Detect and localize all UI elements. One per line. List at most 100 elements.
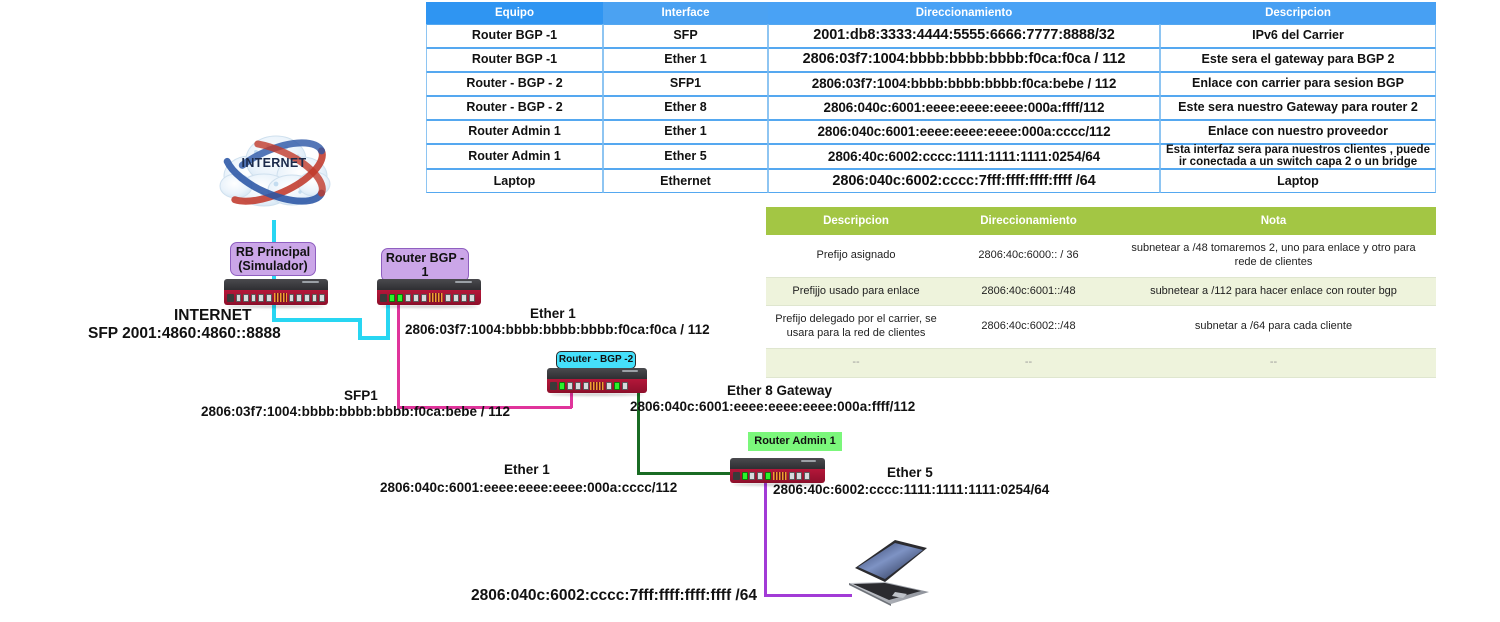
router-device-admin-1[interactable] [730,458,825,486]
equipment-table: Equipo Interface Direccionamiento Descri… [426,2,1436,194]
router-port [788,472,795,480]
router-vent [273,293,287,303]
link-admin1-to-laptop-vertical [764,472,767,596]
cell-interface: Ethernet [603,169,768,194]
cell-direccionamiento: 2806:40c:6000:: / 36 [946,235,1111,278]
table-row: Router - BGP - 2 Ether 8 2806:040c:6001:… [426,96,1436,120]
column-header-descripcion: Descripcion [766,207,946,235]
cell-equipo: Router Admin 1 [426,144,603,170]
router-port [243,293,249,302]
label-sfp1-title: SFP1 [344,388,378,403]
router-front-panel [377,290,481,305]
link-bgp2-to-admin1-horizontal [637,472,739,475]
router-top-strip [455,280,472,284]
router-front-panel [224,290,328,305]
table-row: -- -- -- [766,348,1436,378]
cell-nota: subnetar a /64 para cada cliente [1111,305,1436,349]
table-header-row: Equipo Interface Direccionamiento Descri… [426,2,1436,24]
router-port [288,293,295,302]
router-port [622,382,628,390]
router-shadow [550,393,644,396]
table-row: Prefijo delegado por el carrier, se usar… [766,305,1436,349]
link-bgp2-to-admin1-vertical [637,382,640,474]
cell-descripcion: Prefijjo usado para enlace [766,277,946,307]
cell-direccionamiento: -- [946,348,1111,378]
label-ether8-address: 2806:040c:6001:eeee:eeee:eeee:000a:ffff/… [630,399,916,414]
cell-equipo: Router BGP -1 [426,48,603,72]
router-port [444,293,451,302]
router-power-knob [550,382,557,390]
cell-descripcion: Laptop [1160,169,1436,194]
router-port [258,293,265,302]
label-internet-address: SFP 2001:4860:4860::8888 [88,325,281,342]
router-port [235,293,242,302]
table-header-row: Descripcion Direccionamiento Nota [766,207,1436,235]
router-device-bgp-1[interactable] [377,279,481,308]
router-port-active-sfp1 [558,382,565,390]
cloud-svg [219,135,331,207]
router-port [250,293,257,302]
router-port [804,472,811,480]
node-label-router-bgp-1[interactable]: Router BGP - 1 [381,248,469,282]
cell-direccionamiento: 2806:40c:6001::/48 [946,277,1111,307]
cell-nota: -- [1111,348,1436,378]
cell-descripcion: IPv6 del Carrier [1160,24,1436,48]
node-label-router-bgp-2[interactable]: Router - BGP -2 [556,351,636,369]
router-chassis-top [547,368,647,380]
cell-interface: SFP1 [603,72,768,96]
router-port [574,382,581,390]
node-label-rb-principal[interactable]: RB Principal (Simulador) [230,242,316,276]
cell-descripcion: Este sera el gateway para BGP 2 [1160,48,1436,72]
router-port-active-ether1 [741,472,748,480]
cell-descripcion: Esta interfaz sera para nuestros cliente… [1160,144,1436,170]
cell-descripcion: -- [766,348,946,378]
column-header-descripcion: Descripcion [1160,2,1436,24]
router-port-active-ether8 [614,382,621,390]
router-front-panel [730,469,825,483]
router-port [757,472,764,480]
router-port [452,293,459,302]
diagram-canvas: Equipo Interface Direccionamiento Descri… [0,0,1500,622]
cell-direccionamiento: 2806:03f7:1004:bbbb:bbbb:bbbb:f0ca:f0ca … [768,48,1160,72]
node-label-router-admin-1[interactable]: Router Admin 1 [748,432,842,451]
column-header-interface: Interface [603,2,768,24]
laptop-icon[interactable] [833,538,931,606]
label-ether1-bgp1-title: Ether 1 [530,306,576,321]
label-ether5-address: 2806:40c:6002:cccc:1111:1111:1111:0254/6… [773,482,1050,497]
cell-direccionamiento: 2001:db8:3333:4444:5555:6666:7777:8888/3… [768,24,1160,48]
router-power-knob [732,472,740,480]
router-port [606,382,613,390]
router-shadow [380,305,478,308]
cell-nota: subnetear a /112 para hacer enlace con r… [1111,277,1436,307]
label-internet-title: INTERNET [174,307,252,324]
label-ether1-bgp1-address: 2806:03f7:1004:bbbb:bbbb:bbbb:f0ca:f0ca … [405,322,710,337]
label-ether1-admin-address: 2806:040c:6001:eeee:eeee:eeee:000a:cccc/… [380,480,678,495]
cell-descripcion: Prefijo delegado por el carrier, se usar… [766,305,946,349]
router-vent [428,293,443,303]
cell-descripcion: Prefijo asignado [766,235,946,278]
cell-interface: Ether 5 [603,144,768,170]
table-row: Router - BGP - 2 SFP1 2806:03f7:1004:bbb… [426,72,1436,96]
cell-descripcion: Enlace con nuestro proveedor [1160,120,1436,144]
cell-descripcion: Este sera nuestro Gateway para router 2 [1160,96,1436,120]
cell-interface: Ether 1 [603,120,768,144]
label-laptop-address: 2806:040c:6002:cccc:7fff:ffff:ffff:ffff … [471,587,757,604]
cell-equipo: Router Admin 1 [426,120,603,144]
label-ether8-title: Ether 8 Gateway [727,383,833,398]
router-port [749,472,756,480]
cloud-label: INTERNET [241,156,307,170]
table-row: Router Admin 1 Ether 5 2806:40c:6002:ccc… [426,144,1436,170]
cell-direccionamiento: 2806:040c:6001:eeee:eeee:eeee:000a:cccc/… [768,120,1160,144]
cell-interface: Ether 8 [603,96,768,120]
router-device-rb-principal[interactable] [224,279,328,308]
router-device-bgp-2[interactable] [547,368,647,396]
router-port [303,293,310,302]
laptop-svg [849,540,929,606]
cell-interface: SFP [603,24,768,48]
table-row: Router Admin 1 Ether 1 2806:040c:6001:ee… [426,120,1436,144]
router-port-active-ether5 [764,472,771,480]
router-port [404,293,411,302]
cell-equipo: Router - BGP - 2 [426,72,603,96]
router-chassis-top [377,279,481,291]
cell-direccionamiento: 2806:040c:6001:eeee:eeee:eeee:000a:ffff/… [768,96,1160,120]
